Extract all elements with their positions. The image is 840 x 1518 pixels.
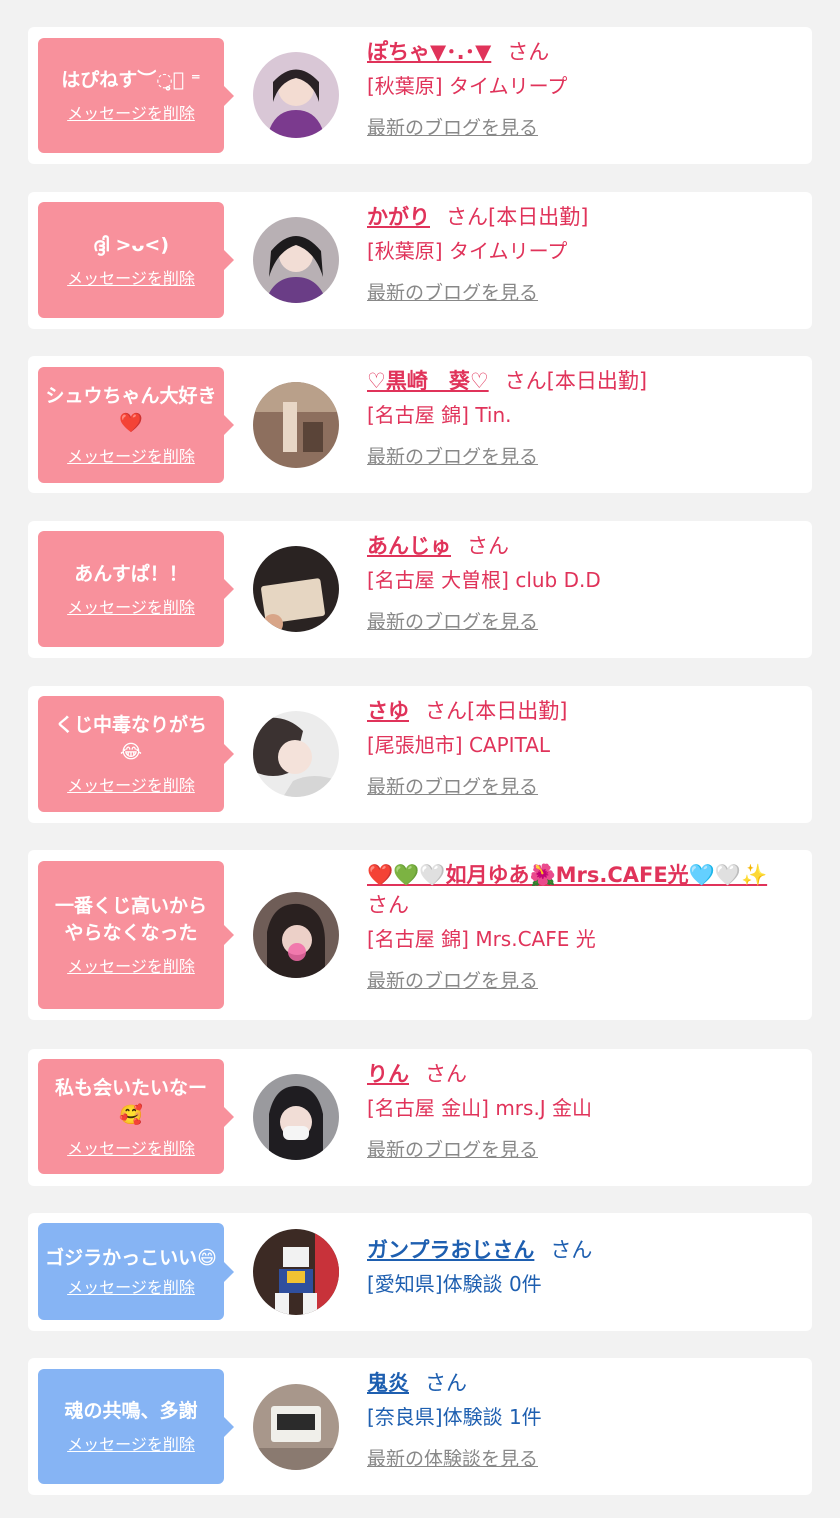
- shop-label: [奈良県]体験談 1件: [367, 1405, 542, 1429]
- profile-info: りん さん [名古屋 金山] mrs.J 金山 最新のブログを見る: [367, 1059, 798, 1163]
- message-text: はぴねす︶◌̥̥̥⃝ ⁼: [61, 69, 201, 91]
- message-text: ゴジラかっこいい😄: [45, 1247, 217, 1269]
- profile-info: あんじゅ さん [名古屋 大曽根] club D.D 最新のブログを見る: [367, 531, 798, 635]
- message-card: シュウちゃん大好き❤️ メッセージを削除 ♡黒崎 葵♡ さん[本日出勤] [名古屋…: [28, 356, 812, 493]
- latest-blog-link[interactable]: 最新のブログを見る: [367, 444, 538, 470]
- message-card: くじ中毒なりがち😂 メッセージを削除 さゆ さん[本日出勤] [尾張旭市] CAP…: [28, 686, 812, 823]
- shop-label: [秋葉原] タイムリープ: [367, 239, 568, 263]
- avatar[interactable]: [253, 711, 339, 797]
- profile-info: ガンプラおじさん さん [愛知県]体験談 0件: [367, 1235, 798, 1299]
- profile-name-link[interactable]: ぽちゃ▼･.･▼: [367, 40, 491, 64]
- profile-info: ❤️💚🤍如月ゆあ🌺Mrs.CAFE光🩵🤍✨ さん [名古屋 錦] Mrs.CAF…: [367, 860, 798, 994]
- shop-label: [名古屋 金山] mrs.J 金山: [367, 1096, 593, 1120]
- message-card: ദ്ദി >ᴗ<) メッセージを削除 かがり さん[本日出勤] [秋葉原] タイム…: [28, 192, 812, 329]
- profile-info: かがり さん[本日出勤] [秋葉原] タイムリープ 最新のブログを見る: [367, 202, 798, 306]
- latest-blog-link[interactable]: 最新のブログを見る: [367, 609, 538, 635]
- avatar[interactable]: [253, 52, 339, 138]
- shop-label: [愛知県]体験談 0件: [367, 1272, 542, 1296]
- san-suffix: さん: [507, 40, 550, 64]
- avatar[interactable]: [253, 546, 339, 632]
- message-bubble: ゴジラかっこいい😄 メッセージを削除: [38, 1223, 234, 1320]
- san-suffix: さん[本日出勤]: [446, 205, 589, 229]
- message-bubble: シュウちゃん大好き❤️ メッセージを削除: [38, 367, 234, 483]
- latest-blog-link[interactable]: 最新のブログを見る: [367, 968, 538, 994]
- message-bubble: 一番くじ高いからやらなくなった メッセージを削除: [38, 861, 234, 1009]
- profile-name-link[interactable]: 鬼炎: [367, 1371, 409, 1395]
- message-bubble: 魂の共鳴、多謝 メッセージを削除: [38, 1369, 234, 1484]
- message-text: 魂の共鳴、多謝: [64, 1400, 198, 1422]
- delete-message-link[interactable]: メッセージを削除: [67, 957, 195, 977]
- profile-name-link[interactable]: ガンプラおじさん: [367, 1238, 534, 1262]
- latest-experience-link[interactable]: 最新の体験談を見る: [367, 1446, 538, 1472]
- message-text: くじ中毒なりがち😂: [54, 714, 207, 763]
- delete-message-link[interactable]: メッセージを削除: [67, 1278, 195, 1298]
- profile-info: ♡黒崎 葵♡ さん[本日出勤] [名古屋 錦] Tin. 最新のブログを見る: [367, 366, 798, 470]
- delete-message-link[interactable]: メッセージを削除: [67, 1435, 195, 1455]
- profile-info: ぽちゃ▼･.･▼ さん [秋葉原] タイムリープ 最新のブログを見る: [367, 37, 798, 141]
- message-text: 私も会いたいなー🥰: [54, 1076, 207, 1126]
- san-suffix: さん: [467, 534, 509, 558]
- profile-name-link[interactable]: かがり: [367, 205, 430, 229]
- profile-name-link[interactable]: ♡黒崎 葵♡: [367, 369, 489, 393]
- delete-message-link[interactable]: メッセージを削除: [67, 1139, 195, 1159]
- latest-blog-link[interactable]: 最新のブログを見る: [367, 774, 538, 800]
- message-card: ゴジラかっこいい😄 メッセージを削除 ガンプラおじさん さん [愛知県]体験談 0…: [28, 1213, 812, 1331]
- message-text: シュウちゃん大好き❤️: [45, 385, 217, 434]
- san-suffix: さん: [367, 893, 409, 917]
- avatar[interactable]: [253, 1074, 339, 1160]
- avatar[interactable]: [253, 1229, 339, 1315]
- profile-name-link[interactable]: あんじゅ: [367, 534, 451, 558]
- profile-name-link[interactable]: ❤️💚🤍如月ゆあ🌺Mrs.CAFE光🩵🤍✨: [367, 863, 767, 887]
- avatar[interactable]: [253, 382, 339, 468]
- message-text: あんすぱ！！: [74, 562, 188, 585]
- avatar[interactable]: [253, 892, 339, 978]
- delete-message-link[interactable]: メッセージを削除: [67, 447, 195, 467]
- avatar[interactable]: [253, 1384, 339, 1470]
- san-suffix: さん: [425, 1062, 467, 1086]
- shop-label: [尾張旭市] CAPITAL: [367, 733, 551, 757]
- delete-message-link[interactable]: メッセージを削除: [67, 598, 195, 618]
- profile-info: 鬼炎 さん [奈良県]体験談 1件 最新の体験談を見る: [367, 1368, 798, 1472]
- delete-message-link[interactable]: メッセージを削除: [67, 269, 195, 289]
- san-suffix: さん[本日出勤]: [504, 369, 648, 393]
- message-text: 一番くじ高いからやらなくなった: [54, 895, 207, 944]
- message-card: 私も会いたいなー🥰 メッセージを削除 りん さん [名古屋 金山] mrs.J 金…: [28, 1049, 812, 1186]
- latest-blog-link[interactable]: 最新のブログを見る: [367, 280, 538, 306]
- shop-label: [名古屋 錦] Mrs.CAFE 光: [367, 927, 596, 951]
- profile-name-link[interactable]: さゆ: [367, 699, 409, 723]
- shop-label: [名古屋 大曽根] club D.D: [367, 568, 601, 592]
- shop-label: [名古屋 錦] Tin.: [367, 403, 512, 427]
- profile-name-link[interactable]: りん: [367, 1062, 409, 1086]
- message-bubble: はぴねす︶◌̥̥̥⃝ ⁼ メッセージを削除: [38, 38, 234, 153]
- message-bubble: 私も会いたいなー🥰 メッセージを削除: [38, 1059, 234, 1174]
- profile-info: さゆ さん[本日出勤] [尾張旭市] CAPITAL 最新のブログを見る: [367, 696, 798, 800]
- san-suffix: さん[本日出勤]: [425, 699, 568, 723]
- message-bubble: ദ്ദി >ᴗ<) メッセージを削除: [38, 202, 234, 318]
- message-bubble: くじ中毒なりがち😂 メッセージを削除: [38, 696, 234, 812]
- message-card: はぴねす︶◌̥̥̥⃝ ⁼ メッセージを削除 ぽちゃ▼･.･▼ さん [秋葉原] タ…: [28, 27, 812, 164]
- message-card: あんすぱ！！ メッセージを削除 あんじゅ さん [名古屋 大曽根] club D.…: [28, 521, 812, 658]
- latest-blog-link[interactable]: 最新のブログを見る: [367, 1137, 538, 1163]
- message-bubble: あんすぱ！！ メッセージを削除: [38, 531, 234, 647]
- message-card: 魂の共鳴、多謝 メッセージを削除 鬼炎 さん [奈良県]体験談 1件 最新の体験談…: [28, 1358, 812, 1495]
- delete-message-link[interactable]: メッセージを削除: [67, 104, 195, 124]
- message-card: 一番くじ高いからやらなくなった メッセージを削除 ❤️💚🤍如月ゆあ🌺Mrs.CA…: [28, 850, 812, 1020]
- delete-message-link[interactable]: メッセージを削除: [67, 776, 195, 796]
- message-text: ദ്ദി >ᴗ<): [92, 233, 170, 256]
- latest-blog-link[interactable]: 最新のブログを見る: [367, 115, 538, 141]
- avatar[interactable]: [253, 217, 339, 303]
- shop-label: [秋葉原] タイムリープ: [367, 74, 568, 98]
- san-suffix: さん: [425, 1371, 467, 1395]
- san-suffix: さん: [550, 1238, 593, 1262]
